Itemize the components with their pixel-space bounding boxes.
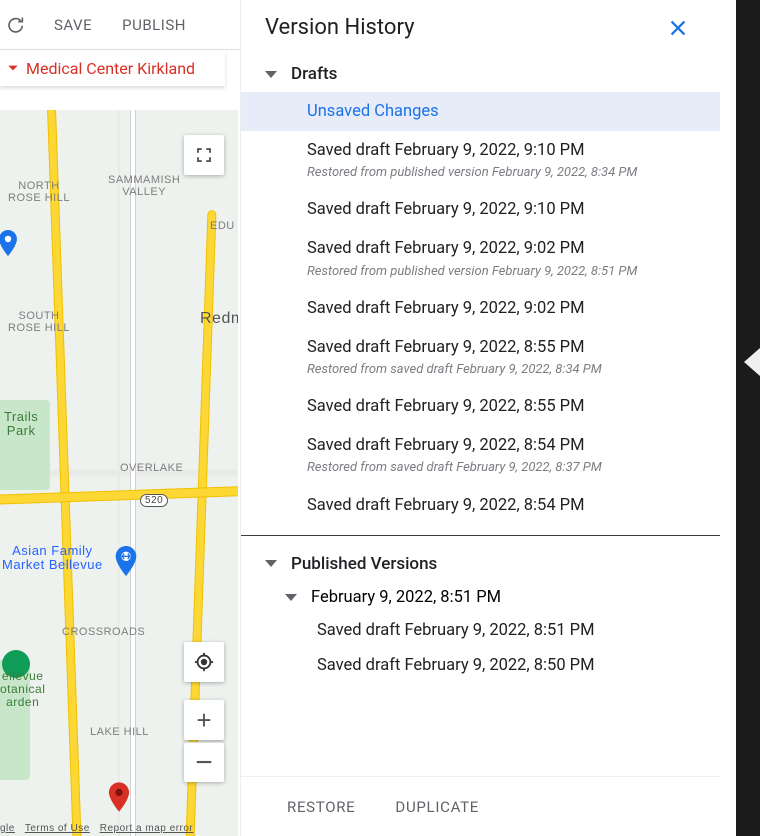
editor-appbar: SAVE PUBLISH — [0, 0, 240, 50]
map-label: OVERLAKE — [120, 462, 183, 474]
map-label: CROSSROADS — [62, 626, 145, 638]
duplicate-button[interactable]: DUPLICATE — [395, 798, 479, 816]
save-button[interactable]: SAVE — [54, 16, 92, 34]
panel-header: Version History — [241, 0, 720, 56]
locate-button[interactable] — [184, 642, 224, 682]
draft-entry[interactable]: Saved draft February 9, 2022, 9:02 PM Res… — [241, 229, 720, 288]
draft-entry-label: Unsaved Changes — [307, 102, 439, 121]
published-entry-label: Saved draft February 9, 2022, 8:50 PM — [317, 656, 595, 675]
map-label: ellevueotanicalarden — [0, 670, 45, 710]
draft-entry[interactable]: Saved draft February 9, 2022, 8:55 PM — [241, 387, 720, 426]
map-pin-icon — [114, 546, 138, 576]
draft-entry-label: Saved draft February 9, 2022, 9:02 PM — [307, 239, 585, 258]
drafts-section-label: Drafts — [291, 64, 337, 84]
published-entry[interactable]: Saved draft February 9, 2022, 8:50 PM — [241, 648, 720, 683]
publish-button[interactable]: PUBLISH — [122, 16, 186, 34]
map-canvas[interactable]: NORTHROSE HILL SAMMAMISHVALLEY EDU SOUTH… — [0, 110, 238, 836]
zoom-in-button[interactable]: + — [184, 700, 224, 740]
map-pin-icon — [108, 782, 130, 812]
chevron-down-icon — [285, 594, 297, 601]
draft-entry[interactable]: Unsaved Changes — [241, 92, 720, 131]
map-label: NORTHROSE HILL — [8, 180, 70, 204]
close-button[interactable] — [660, 10, 696, 46]
target-icon — [193, 651, 215, 673]
redo-icon[interactable] — [4, 15, 24, 35]
draft-entry-note: Restored from saved draft February 9, 20… — [307, 361, 696, 379]
draft-entry-label: Saved draft February 9, 2022, 9:10 PM — [307, 141, 585, 160]
place-chip[interactable]: Medical Center Kirkland — [0, 50, 225, 86]
zoom-out-button[interactable]: − — [184, 742, 224, 782]
restore-button[interactable]: RESTORE — [287, 798, 355, 816]
version-history-panel: Version History Drafts Unsaved Changes Sa… — [240, 0, 720, 836]
map-label: SAMMAMISHVALLEY — [108, 174, 180, 198]
draft-entry-label: Saved draft February 9, 2022, 8:55 PM — [307, 338, 585, 357]
published-group-label: February 9, 2022, 8:51 PM — [311, 588, 501, 607]
draft-entry-label: Saved draft February 9, 2022, 8:54 PM — [307, 496, 585, 515]
published-entry-label: Saved draft February 9, 2022, 8:51 PM — [317, 621, 595, 640]
draft-entry-note: Restored from saved draft February 9, 20… — [307, 459, 696, 477]
draft-entry-label: Saved draft February 9, 2022, 8:54 PM — [307, 436, 585, 455]
draft-entry[interactable]: Saved draft February 9, 2022, 8:54 PM Res… — [241, 426, 720, 485]
fullscreen-icon — [195, 146, 213, 164]
map-label: Asian FamilyMarket Bellevue — [2, 544, 103, 573]
published-section-toggle[interactable]: Published Versions — [241, 546, 720, 582]
window-edge — [736, 0, 760, 836]
map-label: EDU — [210, 220, 235, 232]
published-entry[interactable]: Saved draft February 9, 2022, 8:51 PM — [241, 613, 720, 648]
draft-entry[interactable]: Saved draft February 9, 2022, 9:10 PM Res… — [241, 131, 720, 190]
chevron-down-icon — [6, 61, 20, 75]
map-label: SOUTHROSE HILL — [8, 310, 70, 334]
map-label: LAKE HILL — [90, 726, 149, 738]
panel-title: Version History — [265, 15, 415, 40]
section-divider — [241, 535, 720, 536]
road — [47, 110, 83, 836]
map-label: TrailsPark — [4, 410, 38, 439]
draft-entry[interactable]: Saved draft February 9, 2022, 8:55 PM Res… — [241, 328, 720, 387]
draft-entry-note: Restored from published version February… — [307, 263, 696, 281]
draft-entry-label: Saved draft February 9, 2022, 9:02 PM — [307, 299, 585, 318]
draft-entry[interactable]: Saved draft February 9, 2022, 9:10 PM — [241, 190, 720, 229]
close-icon — [667, 17, 689, 39]
published-section-label: Published Versions — [291, 554, 437, 574]
map-attribution[interactable]: gle Terms of Use Report a map error — [0, 823, 193, 834]
draft-entry-note: Restored from published version February… — [307, 164, 696, 182]
published-list: Saved draft February 9, 2022, 8:51 PM Sav… — [241, 613, 720, 683]
collapse-chevron-icon[interactable] — [744, 348, 760, 376]
published-group-toggle[interactable]: February 9, 2022, 8:51 PM — [241, 582, 720, 613]
draft-entry[interactable]: Saved draft February 9, 2022, 8:54 PM — [241, 486, 720, 525]
draft-entry[interactable]: Saved draft February 9, 2022, 9:02 PM — [241, 289, 720, 328]
map-pin-icon — [0, 230, 18, 256]
map-label: Redm — [200, 310, 238, 328]
drafts-list: Unsaved Changes Saved draft February 9, 2… — [241, 92, 720, 525]
chevron-down-icon — [265, 560, 277, 567]
highway-shield: 520 — [140, 494, 168, 507]
panel-footer: RESTORE DUPLICATE — [241, 776, 720, 836]
place-chip-label: Medical Center Kirkland — [26, 59, 195, 78]
draft-entry-label: Saved draft February 9, 2022, 8:55 PM — [307, 397, 585, 416]
chevron-down-icon — [265, 71, 277, 78]
fullscreen-button[interactable] — [184, 135, 224, 175]
draft-entry-label: Saved draft February 9, 2022, 9:10 PM — [307, 200, 585, 219]
panel-body: Drafts Unsaved Changes Saved draft Februa… — [241, 56, 720, 776]
drafts-section-toggle[interactable]: Drafts — [241, 56, 720, 92]
